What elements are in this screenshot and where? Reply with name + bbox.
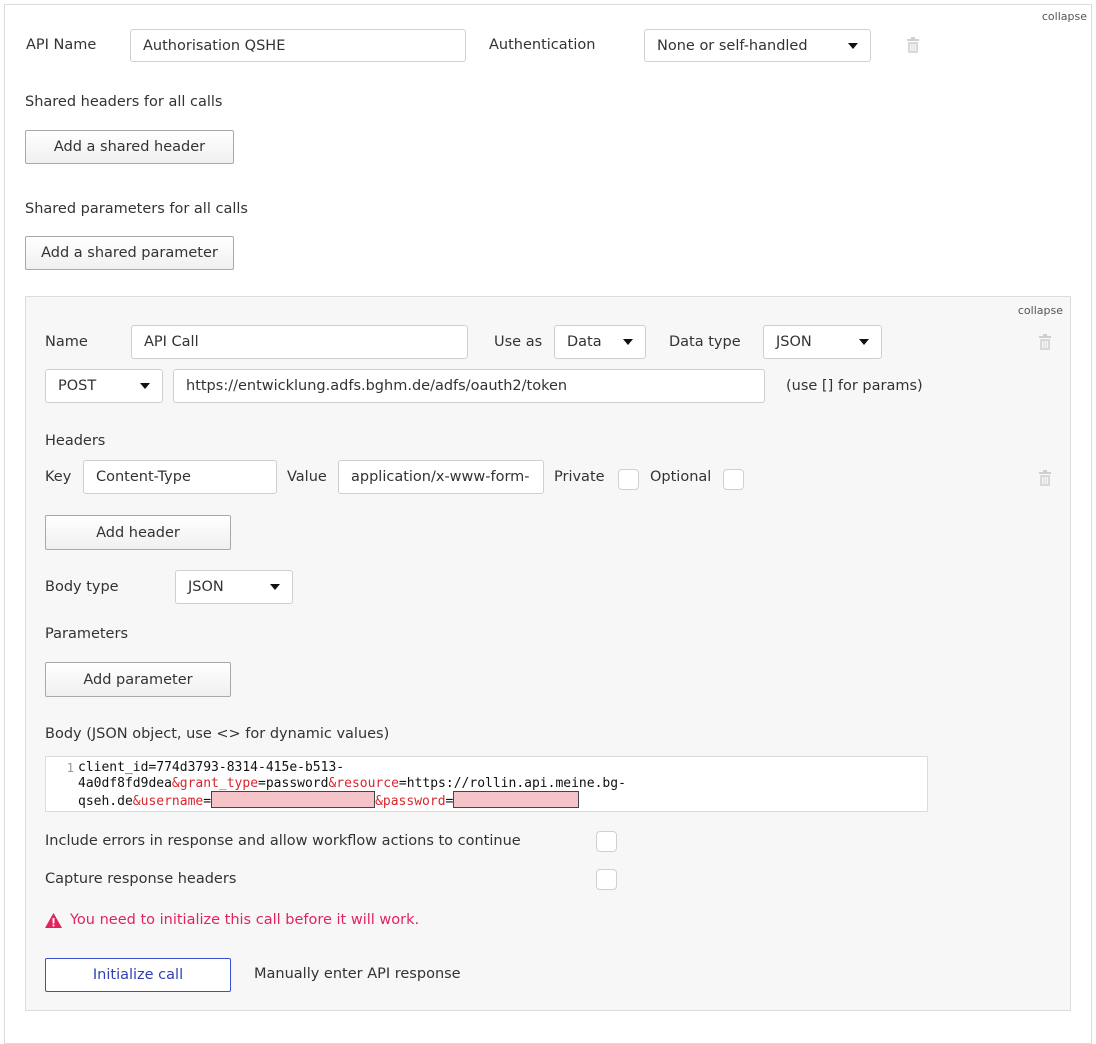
code-line-3-part: = (203, 794, 212, 809)
trash-icon[interactable] (1038, 470, 1052, 486)
call-name-input-value: API Call (144, 334, 199, 350)
data-type-label: Data type (669, 334, 741, 350)
code-token: &password (375, 794, 446, 809)
header-key-input-value: Content-Type (96, 469, 191, 485)
code-line-2-part: =password (258, 775, 329, 791)
header-key-label: Key (45, 469, 72, 485)
warning-text: You need to initialize this call before … (70, 912, 420, 928)
body-type-label: Body type (45, 579, 119, 595)
include-errors-checkbox[interactable] (596, 831, 617, 852)
body-type-select-value: JSON (188, 579, 224, 595)
body-code-editor[interactable]: 1 client_id=774d3793-8314-415e-b513- 4a0… (45, 756, 928, 812)
manual-entry-link[interactable]: Manually enter API response (254, 966, 461, 982)
trash-icon[interactable] (906, 37, 920, 53)
authentication-select-value: None or self-handled (657, 37, 808, 54)
add-shared-parameter-button[interactable]: Add a shared parameter (25, 236, 234, 270)
code-token: &resource (328, 775, 399, 791)
url-hint: (use [] for params) (786, 378, 923, 394)
data-type-select[interactable]: JSON (763, 325, 882, 359)
header-value-label: Value (287, 469, 327, 485)
api-name-label: API Name (26, 37, 97, 53)
code-line-3-part: qseh.de (78, 794, 133, 809)
header-key-input[interactable]: Content-Type (83, 460, 277, 494)
optional-checkbox[interactable] (723, 469, 744, 490)
add-shared-header-button[interactable]: Add a shared header (25, 130, 234, 164)
redacted-password (453, 791, 580, 808)
initialize-warning: You need to initialize this call before … (45, 912, 419, 928)
add-header-button[interactable]: Add header (45, 515, 231, 550)
code-line-1: client_id=774d3793-8314-415e-b513- (78, 760, 345, 775)
collapse-link-outer[interactable]: collapse (1042, 10, 1087, 23)
chevron-down-icon (623, 339, 633, 345)
api-name-input[interactable]: Authorisation QSHE (130, 29, 466, 62)
chevron-down-icon (270, 584, 280, 590)
shared-headers-label: Shared headers for all calls (25, 94, 223, 110)
private-label: Private (554, 469, 605, 485)
collapse-link-call[interactable]: collapse (1018, 304, 1063, 317)
header-value-input[interactable]: application/x-www-form- (338, 460, 544, 494)
chevron-down-icon (859, 339, 869, 345)
private-checkbox[interactable] (618, 469, 639, 490)
include-errors-label: Include errors in response and allow wor… (45, 833, 521, 849)
add-parameter-button[interactable]: Add parameter (45, 662, 231, 697)
code-token: &username (132, 794, 204, 809)
chevron-down-icon (848, 42, 858, 49)
initialize-call-button[interactable]: Initialize call (45, 958, 231, 992)
http-method-select-value: POST (58, 378, 97, 394)
warning-icon (45, 912, 62, 928)
code-line-2-part: =https://rollin.api.meine.bg- (398, 775, 626, 791)
use-as-select[interactable]: Data (554, 325, 646, 359)
capture-headers-label: Capture response headers (45, 871, 237, 887)
use-as-label: Use as (494, 334, 543, 350)
url-input-value: https://entwicklung.adfs.bghm.de/adfs/oa… (186, 378, 568, 394)
url-input[interactable]: https://entwicklung.adfs.bghm.de/adfs/oa… (173, 369, 765, 403)
body-label: Body (JSON object, use <> for dynamic va… (45, 726, 390, 742)
chevron-down-icon (140, 383, 150, 389)
code-line-3-part: = (445, 794, 454, 809)
data-type-select-value: JSON (776, 334, 812, 350)
code-line-2-part: 4a0df8fd9dea (78, 775, 172, 791)
authentication-label: Authentication (489, 37, 596, 53)
code-content: client_id=774d3793-8314-415e-b513- 4a0df… (78, 760, 626, 810)
capture-headers-checkbox[interactable] (596, 869, 617, 890)
redacted-username (211, 791, 376, 808)
optional-label: Optional (650, 469, 712, 485)
authentication-select[interactable]: None or self-handled (644, 29, 871, 62)
shared-parameters-label: Shared parameters for all calls (25, 201, 248, 217)
call-name-input[interactable]: API Call (131, 325, 468, 359)
headers-label: Headers (45, 433, 106, 449)
use-as-select-value: Data (567, 334, 602, 350)
code-token: &grant_type (171, 775, 259, 791)
line-number: 1 (66, 760, 74, 775)
trash-icon[interactable] (1038, 334, 1052, 350)
parameters-label: Parameters (45, 626, 128, 642)
body-type-select[interactable]: JSON (175, 570, 293, 604)
header-value-input-value: application/x-www-form- (351, 469, 530, 485)
http-method-select[interactable]: POST (45, 369, 163, 403)
api-name-input-value: Authorisation QSHE (143, 37, 286, 54)
api-call-panel (25, 296, 1071, 1011)
call-name-label: Name (45, 334, 88, 350)
